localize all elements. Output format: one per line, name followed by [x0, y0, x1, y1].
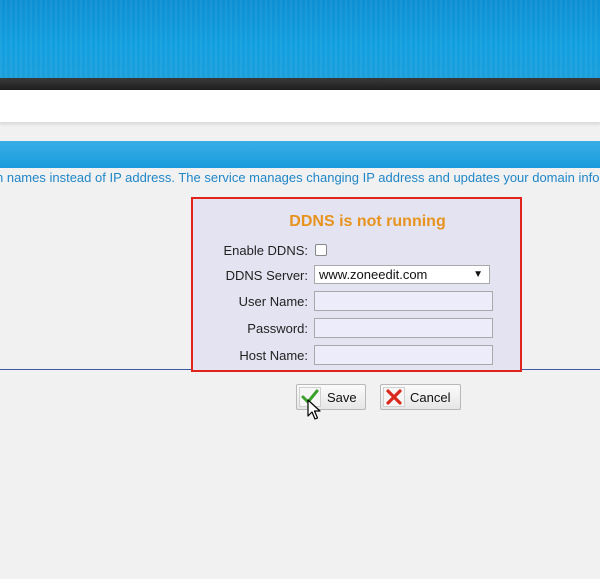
- ddns-status-title: DDNS is not running: [289, 213, 446, 230]
- host-name-input[interactable]: [314, 345, 493, 365]
- save-button-label: Save: [327, 390, 357, 405]
- cancel-button[interactable]: Cancel: [380, 384, 461, 410]
- section-title-bar: [0, 141, 600, 168]
- top-header-banner: [0, 0, 600, 78]
- ddns-description: n names instead of IP address. The servi…: [0, 170, 600, 186]
- ddns-server-select[interactable]: www.zoneedit.com ▼: [314, 265, 490, 284]
- host-name-label: Host Name:: [239, 348, 308, 363]
- enable-ddns-label: Enable DDNS:: [223, 243, 308, 258]
- ddns-server-value: www.zoneedit.com: [319, 267, 428, 282]
- user-name-input[interactable]: [314, 291, 493, 311]
- user-name-label: User Name:: [238, 294, 308, 309]
- ddns-server-label: DDNS Server:: [225, 268, 308, 283]
- cancel-button-label: Cancel: [410, 390, 451, 405]
- navigation-band: [0, 90, 600, 123]
- password-input[interactable]: [314, 318, 493, 338]
- ddns-settings-panel: DDNS is not running Enable DDNS: DDNS Se…: [191, 197, 522, 372]
- chevron-down-icon: ▼: [473, 269, 483, 280]
- red-x-icon: [383, 387, 405, 407]
- checkmark-icon: [299, 387, 321, 407]
- ddns-description-text: n names instead of IP address. The servi…: [0, 170, 600, 185]
- header-dark-strip: [0, 78, 600, 90]
- save-button[interactable]: Save: [296, 384, 366, 410]
- enable-ddns-checkbox[interactable]: [315, 244, 327, 256]
- password-label: Password:: [247, 321, 308, 336]
